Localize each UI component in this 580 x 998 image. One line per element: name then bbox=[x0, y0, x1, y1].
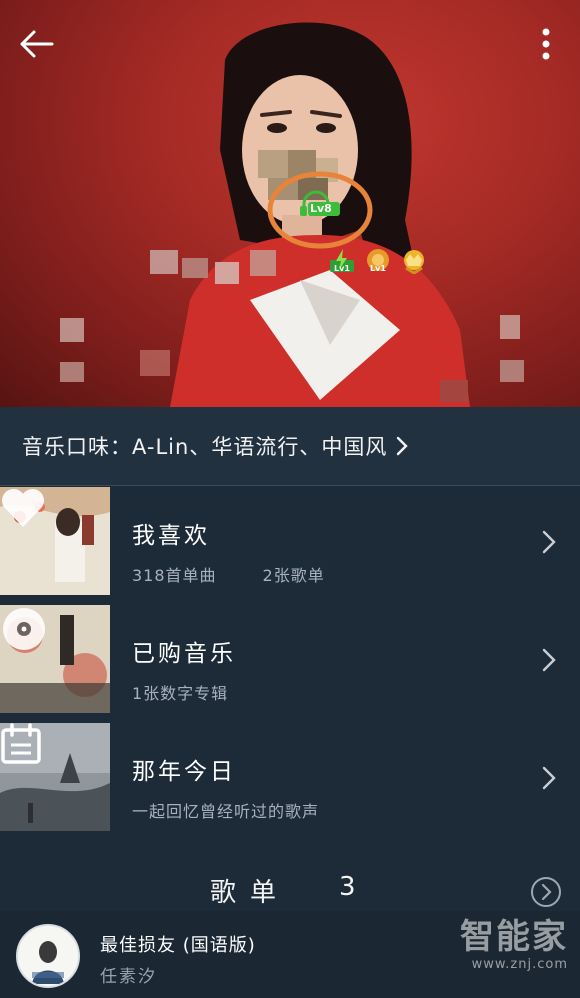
purchased-thumbnail bbox=[0, 605, 110, 713]
now-playing-cover[interactable] bbox=[16, 924, 80, 988]
circle-chevron-right-icon[interactable] bbox=[530, 876, 562, 908]
purchased-title: 已购音乐 bbox=[132, 641, 236, 667]
profile-screen: Lv8 Lv1 Lv1 音乐口味：A-Lin、华语流行、中国风 我喜欢 318首… bbox=[0, 0, 580, 998]
list-item-favorites[interactable]: 我喜欢 318首单曲 2张歌单 bbox=[0, 486, 580, 604]
back-arrow-icon bbox=[20, 30, 54, 58]
calendar-icon bbox=[0, 723, 110, 831]
heart-icon bbox=[0, 487, 110, 595]
favorites-title: 我喜欢 bbox=[132, 523, 210, 549]
watermark-url: www.znj.com bbox=[471, 957, 568, 972]
profile-cover-photo bbox=[60, 22, 524, 407]
playlist-section-header: 歌单 3 bbox=[0, 864, 580, 912]
back-button[interactable] bbox=[14, 24, 58, 64]
watermark-name: 智能家 bbox=[460, 917, 568, 957]
mini-player[interactable]: 最佳损友 (国语版) 任素汐 智能家 www.znj.com bbox=[0, 911, 580, 998]
on-this-day-description: 一起回忆曾经听过的歌声 bbox=[132, 802, 320, 821]
music-taste-text: 音乐口味：A-Lin、华语流行、中国风 bbox=[22, 435, 388, 459]
now-playing-title: 最佳损友 (国语版) bbox=[100, 935, 256, 956]
honor-badge[interactable] bbox=[400, 248, 428, 275]
chevron-right-icon bbox=[395, 435, 409, 457]
profile-header: Lv8 Lv1 Lv1 bbox=[0, 0, 580, 407]
favorites-thumbnail bbox=[0, 487, 110, 595]
listen-level-badge[interactable]: Lv1 bbox=[364, 248, 392, 274]
favorites-playlist-count: 2张歌单 bbox=[262, 566, 325, 585]
favorites-text: 我喜欢 318首单曲 2张歌单 bbox=[132, 516, 325, 586]
on-this-day-subtitle: 一起回忆曾经听过的歌声 bbox=[132, 798, 319, 822]
vip-level-badge[interactable]: Lv1 bbox=[328, 248, 356, 274]
vip-level-text: Lv1 bbox=[334, 264, 350, 273]
favorites-subtitle: 318首单曲 2张歌单 bbox=[132, 562, 325, 586]
purchased-subtitle: 1张数字专辑 bbox=[132, 680, 236, 704]
music-taste-bar[interactable]: 音乐口味：A-Lin、华语流行、中国风 bbox=[0, 407, 580, 486]
vinyl-record-icon bbox=[0, 605, 110, 713]
playlist-count: 3 bbox=[339, 872, 356, 902]
music-level-text: Lv8 bbox=[310, 202, 332, 215]
music-level-badge[interactable]: Lv8 bbox=[296, 190, 346, 216]
site-watermark: 智能家 www.znj.com bbox=[460, 917, 568, 972]
chevron-right-icon bbox=[542, 766, 556, 790]
purchased-album-count: 1张数字专辑 bbox=[132, 684, 229, 703]
on-this-day-thumbnail bbox=[0, 723, 110, 831]
more-options-button[interactable] bbox=[526, 24, 566, 64]
playlist-section-title: 歌单 bbox=[210, 878, 291, 908]
chevron-right-icon bbox=[542, 648, 556, 672]
purchased-text: 已购音乐 1张数字专辑 bbox=[132, 634, 236, 704]
vertical-dots-icon bbox=[542, 28, 550, 60]
on-this-day-title: 那年今日 bbox=[132, 759, 236, 785]
on-this-day-text: 那年今日 一起回忆曾经听过的歌声 bbox=[132, 752, 319, 822]
list-item-on-this-day[interactable]: 那年今日 一起回忆曾经听过的歌声 bbox=[0, 722, 580, 840]
crown-medal-icon bbox=[404, 250, 424, 275]
library-list: 我喜欢 318首单曲 2张歌单 已购音乐 1张数字专辑 那年今日 一起回忆曾经听… bbox=[0, 486, 580, 840]
listen-level-text: Lv1 bbox=[370, 264, 386, 273]
favorites-song-count: 318首单曲 bbox=[132, 566, 217, 585]
chevron-right-icon bbox=[542, 530, 556, 554]
list-item-purchased[interactable]: 已购音乐 1张数字专辑 bbox=[0, 604, 580, 722]
now-playing-artist: 任素汐 bbox=[100, 967, 157, 987]
